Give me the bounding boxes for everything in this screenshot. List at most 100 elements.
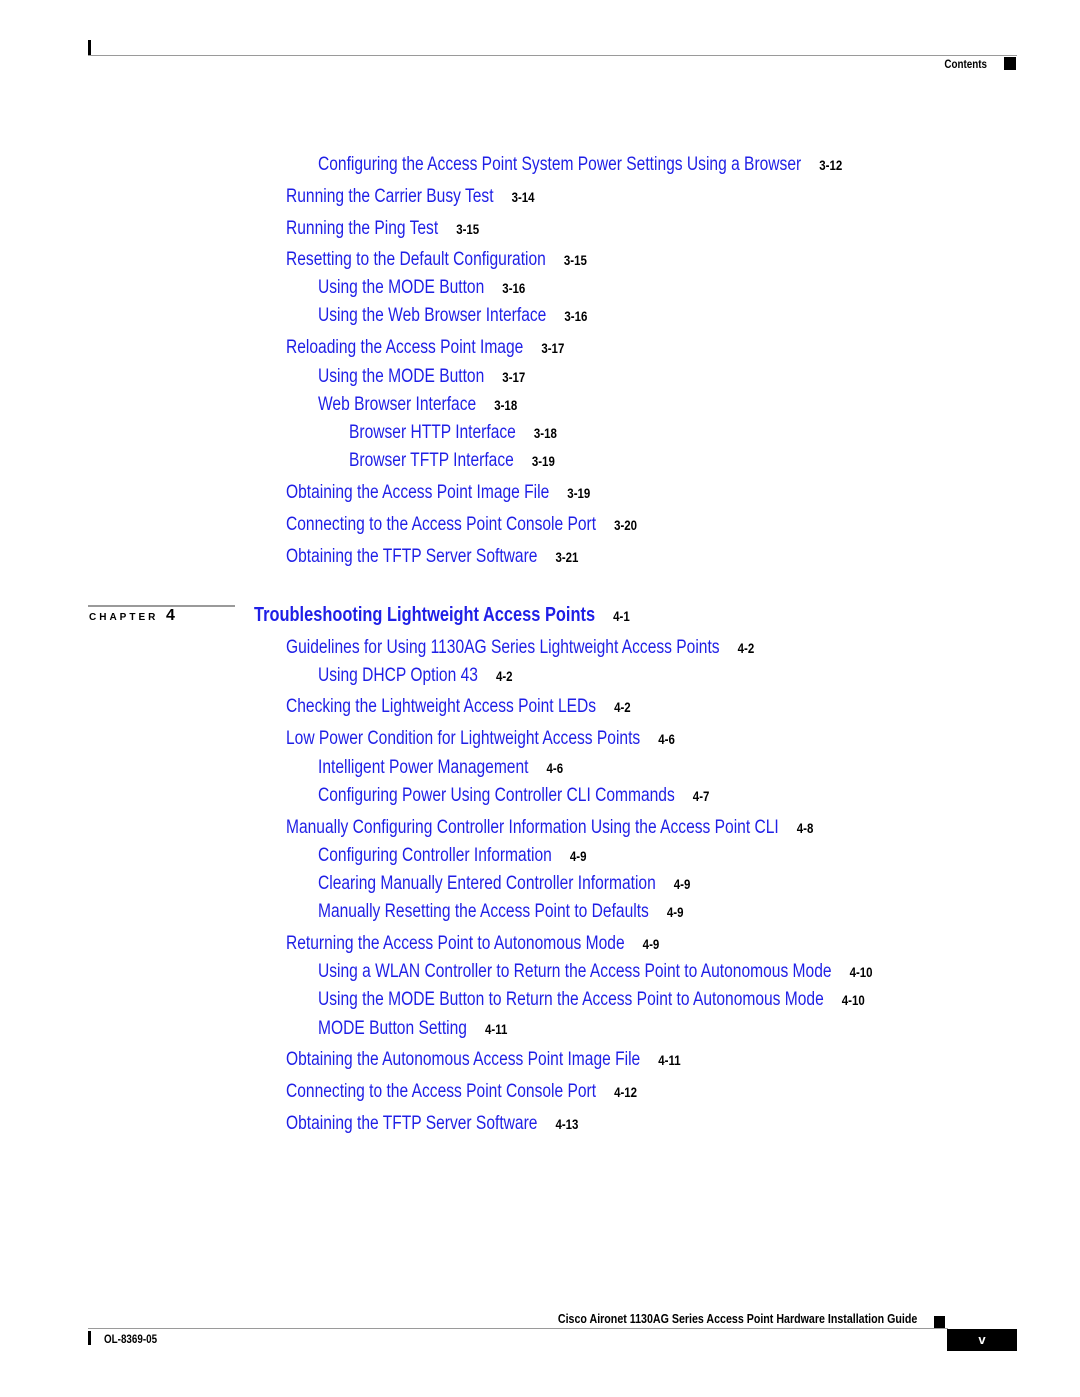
chapter-rule: [88, 605, 235, 607]
toc-entry-link[interactable]: Using the MODE Button to Return the Acce…: [318, 989, 865, 1011]
chapter-label: CHAPTER: [89, 612, 159, 623]
toc-entry-link[interactable]: Checking the Lightweight Access Point LE…: [286, 696, 631, 718]
toc-entry-title: Obtaining the TFTP Server Software: [286, 546, 538, 567]
toc-entry-link[interactable]: Obtaining the TFTP Server Software 4-13: [286, 1113, 578, 1135]
toc-entry-link[interactable]: Connecting to the Access Point Console P…: [286, 514, 637, 536]
toc-entry-title: Running the Ping Test: [286, 218, 439, 239]
toc-entry-page-number: 3-14: [511, 189, 535, 205]
toc-entry-link[interactable]: Obtaining the TFTP Server Software 3-21: [286, 546, 578, 568]
toc-entry-title: Using DHCP Option 43: [318, 665, 478, 686]
chapter-number: 4: [166, 607, 175, 624]
toc-entry-page-number: 3-17: [541, 340, 565, 356]
toc-entry-page-number: 3-18: [533, 425, 557, 441]
toc-entry-title: Using the MODE Button to Return the Acce…: [318, 989, 824, 1010]
footer-square-mark: [934, 1316, 945, 1328]
toc-entry-page-number: 4-9: [642, 936, 660, 952]
toc-entry-page-number: 3-12: [819, 157, 843, 173]
toc-entry-title: Using the MODE Button: [318, 366, 485, 387]
toc-entry-page-number: 4-10: [849, 964, 873, 980]
header-square-mark: [1004, 57, 1016, 70]
toc-entry-title: Running the Carrier Busy Test: [286, 186, 494, 207]
toc-entry-title: Checking the Lightweight Access Point LE…: [286, 696, 597, 717]
toc-entry-link[interactable]: Browser TFTP Interface 3-19: [349, 450, 555, 472]
toc-entry-link[interactable]: Running the Carrier Busy Test 3-14: [286, 186, 535, 208]
toc-entry-link[interactable]: Using DHCP Option 43 4-2: [318, 665, 513, 687]
toc-entry-link[interactable]: Returning the Access Point to Autonomous…: [286, 933, 659, 955]
toc-entry-link[interactable]: Clearing Manually Entered Controller Inf…: [318, 873, 690, 895]
toc-entry-title: Using a WLAN Controller to Return the Ac…: [318, 961, 832, 982]
toc-entry-title: Web Browser Interface: [318, 394, 477, 415]
toc-entry-link[interactable]: Using the MODE Button 3-17: [318, 366, 525, 388]
toc-entry-link[interactable]: Running the Ping Test 3-15: [286, 218, 479, 240]
toc-entry-page-number: 3-19: [531, 453, 555, 469]
toc-entry-link[interactable]: Guidelines for Using 1130AG Series Light…: [286, 637, 754, 659]
toc-entry-page-number: 3-21: [555, 549, 579, 565]
toc-entry-page-number: 3-15: [456, 221, 480, 237]
toc-entry-title: Obtaining the Autonomous Access Point Im…: [286, 1049, 641, 1070]
toc-entry-title: Clearing Manually Entered Controller Inf…: [318, 873, 656, 894]
toc-entry-title: Configuring Controller Information: [318, 845, 552, 866]
toc-entry-page-number: 4-9: [666, 904, 684, 920]
toc-entry-link[interactable]: Browser HTTP Interface 3-18: [349, 422, 557, 444]
toc-entry-page-number: 3-16: [502, 280, 526, 296]
toc-entry-page-number: 4-2: [614, 699, 631, 715]
toc-entry-page-number: 4-6: [658, 731, 675, 747]
toc-entry-title: Obtaining the TFTP Server Software: [286, 1113, 538, 1134]
toc-entry-link[interactable]: Manually Resetting the Access Point to D…: [318, 901, 683, 923]
toc-entry-title: Guidelines for Using 1130AG Series Light…: [286, 637, 720, 658]
toc-entry-link[interactable]: Using the Web Browser Interface 3-16: [318, 305, 587, 327]
toc-entry-title: Connecting to the Access Point Console P…: [286, 1081, 597, 1102]
footer-bar-mark: [88, 1331, 91, 1345]
toc-entry-link[interactable]: Manually Configuring Controller Informat…: [286, 817, 813, 839]
toc-entry-page-number: 4-2: [495, 668, 513, 684]
toc-entry-title: Reloading the Access Point Image: [286, 337, 524, 358]
toc-entry-page-number: 3-18: [494, 397, 518, 413]
toc-entry-page-number: 3-20: [614, 517, 638, 533]
toc-entry-title: Obtaining the Access Point Image File: [286, 482, 550, 503]
chapter-page-number: 4-1: [613, 608, 630, 624]
toc-entry-link[interactable]: Reloading the Access Point Image 3-17: [286, 337, 564, 359]
toc-entry-link[interactable]: Connecting to the Access Point Console P…: [286, 1081, 637, 1103]
footer-page-number: v: [947, 1329, 1017, 1351]
toc-entry-title: Browser HTTP Interface: [349, 422, 516, 443]
toc-entry-link[interactable]: Configuring the Access Point System Powe…: [318, 154, 842, 176]
toc-entry-page-number: 3-16: [564, 308, 588, 324]
toc-entry-link[interactable]: MODE Button Setting 4-11: [318, 1018, 507, 1040]
toc-entry-link[interactable]: Configuring Power Using Controller CLI C…: [318, 785, 709, 807]
toc-entry-title: Low Power Condition for Lightweight Acce…: [286, 728, 641, 749]
toc-entry-title: Resetting to the Default Configuration: [286, 249, 546, 270]
toc-entry-link[interactable]: Configuring Controller Information 4-9: [318, 845, 586, 867]
toc-entry-title: Connecting to the Access Point Console P…: [286, 514, 597, 535]
toc-entry-page-number: 4-8: [796, 820, 814, 836]
toc-entry-title: MODE Button Setting: [318, 1018, 467, 1039]
toc-entry-title: Manually Resetting the Access Point to D…: [318, 901, 649, 922]
toc-entry-link[interactable]: Obtaining the Access Point Image File 3-1…: [286, 482, 590, 504]
toc-entry-page-number: 4-2: [737, 640, 755, 656]
toc-entry-title: Returning the Access Point to Autonomous…: [286, 933, 625, 954]
header-section-label: Contents: [944, 57, 987, 71]
toc-entry-page-number: 4-6: [546, 760, 564, 776]
toc-entry-link[interactable]: Using the MODE Button 3-16: [318, 277, 525, 299]
toc-entry-link[interactable]: Intelligent Power Management 4-6: [318, 757, 563, 779]
toc-entry-link[interactable]: Resetting to the Default Configuration 3-…: [286, 249, 587, 271]
toc-entry-link[interactable]: Web Browser Interface 3-18: [318, 394, 517, 416]
toc-entry-title: Configuring Power Using Controller CLI C…: [318, 785, 675, 806]
footer-rule: [88, 1328, 948, 1329]
footer-doc-number: OL-8369-05: [104, 1332, 158, 1346]
toc-entry-page-number: 4-10: [841, 992, 865, 1008]
chapter-title-link[interactable]: Troubleshooting Lightweight Access Point…: [254, 604, 630, 627]
toc-entry-title: Using the Web Browser Interface: [318, 305, 547, 326]
toc-entry-page-number: 4-13: [555, 1116, 579, 1132]
toc-entry-link[interactable]: Using a WLAN Controller to Return the Ac…: [318, 961, 873, 983]
toc-entry-title: Configuring the Access Point System Powe…: [318, 154, 802, 175]
toc-entry-page-number: 4-9: [673, 876, 691, 892]
toc-entry-title: Using the MODE Button: [318, 277, 485, 298]
toc-entry-link[interactable]: Low Power Condition for Lightweight Acce…: [286, 728, 675, 750]
chapter-title: Troubleshooting Lightweight Access Point…: [254, 604, 596, 626]
toc-entry-title: Intelligent Power Management: [318, 757, 529, 778]
toc-entry-page-number: 4-7: [692, 788, 710, 804]
toc-entry-page-number: 3-15: [563, 252, 587, 268]
toc-entry-link[interactable]: Obtaining the Autonomous Access Point Im…: [286, 1049, 681, 1071]
toc-entry-page-number: 4-11: [484, 1021, 508, 1037]
toc-entry-page-number: 3-19: [567, 485, 591, 501]
